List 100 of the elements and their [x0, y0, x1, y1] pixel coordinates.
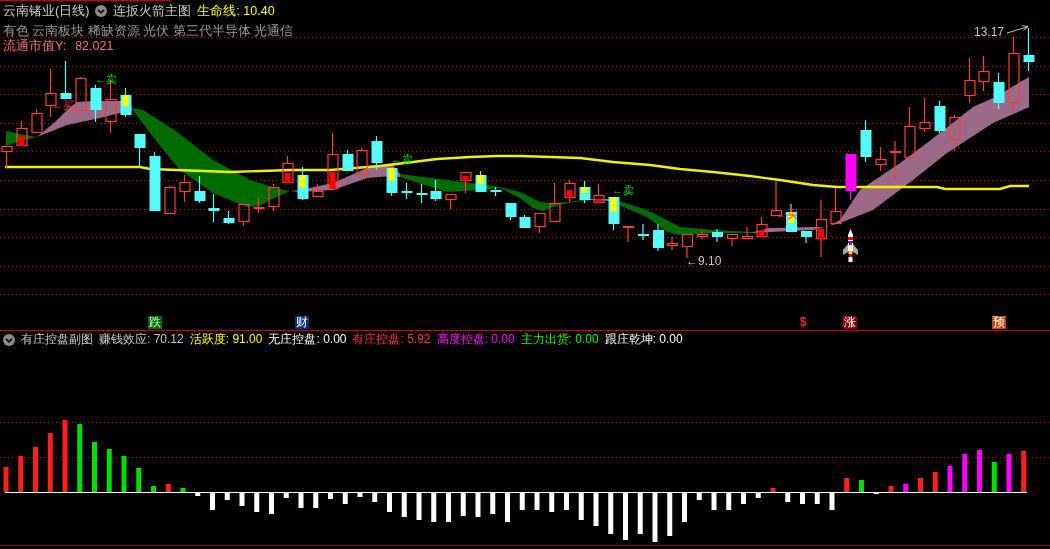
rising-candle	[978, 55, 990, 92]
falling-candle	[342, 149, 354, 172]
falling-candle	[801, 230, 812, 244]
buy-signal: ←买	[52, 99, 74, 111]
histogram-bar	[667, 492, 673, 536]
stock-title: 云南锗业(日线)	[3, 3, 90, 19]
falling-candle	[505, 202, 517, 221]
histogram-bar	[637, 492, 643, 534]
histogram-bar	[1021, 451, 1027, 492]
histogram-bar	[608, 492, 614, 534]
histogram-bar	[239, 492, 245, 506]
rising-candle	[726, 233, 739, 247]
rising-candle	[327, 132, 339, 190]
histogram-bar	[947, 466, 953, 492]
rise-tag: 涨	[843, 316, 857, 329]
histogram-bar	[210, 492, 215, 510]
indicator-name: 连扳火箭主图	[113, 3, 192, 19]
histogram-bar	[33, 447, 38, 492]
rising-candle	[31, 108, 43, 134]
falling-candle	[194, 175, 206, 204]
rising-candle	[964, 57, 976, 104]
rising-candle	[549, 182, 561, 223]
rising-candle	[268, 183, 280, 212]
sector-tags: 有色 云南板块 稀缺资源 光伏 第三代半导体 光通信	[3, 23, 294, 39]
rising-candle	[282, 155, 294, 184]
histogram-bar	[888, 486, 894, 492]
market-cap-label: 流通市值Y:	[3, 39, 67, 53]
rising-candle	[356, 147, 368, 176]
rising-candle	[815, 199, 828, 258]
falling-candle	[475, 170, 487, 193]
rising-candle	[445, 193, 457, 210]
histogram-bar	[711, 492, 717, 510]
histogram-bar	[755, 492, 761, 498]
histogram-bar	[844, 478, 850, 492]
histogram-bar	[180, 488, 186, 492]
histogram-bar	[62, 420, 68, 492]
histogram-bar	[534, 492, 540, 510]
rising-candle	[312, 183, 324, 198]
rising-candle	[770, 180, 783, 217]
falling-candle	[1023, 27, 1035, 72]
histogram-bar	[800, 492, 805, 504]
histogram-bar	[313, 492, 319, 508]
rising-candle	[919, 97, 931, 133]
rising-candle	[741, 226, 754, 240]
dollar-sign: $	[799, 316, 808, 329]
rising-candle	[830, 187, 842, 225]
histogram-bar	[269, 492, 274, 514]
falling-candle	[371, 135, 383, 171]
histogram-bar	[682, 492, 687, 522]
falling-candle	[208, 193, 220, 223]
histogram-bar	[77, 424, 83, 492]
forecast-tag: 预	[992, 316, 1006, 329]
falling-candle	[149, 151, 161, 212]
histogram-bar	[932, 472, 938, 492]
chevron-down-icon[interactable]	[95, 5, 108, 17]
rising-candle	[593, 183, 605, 204]
rising-candle	[756, 216, 768, 238]
histogram-bar	[918, 478, 923, 492]
indicator-reading: 赚钱效应: 70.12	[99, 331, 184, 348]
histogram-bar	[224, 492, 230, 500]
histogram-bar	[623, 492, 628, 540]
histogram-bar	[136, 468, 142, 492]
indicator-reading: 活跃度: 91.00	[189, 331, 263, 348]
rising-candle	[253, 197, 265, 214]
falling-candle	[223, 210, 235, 225]
rising-candle	[623, 225, 634, 243]
sell-signal: ←卖	[95, 73, 117, 85]
rising-candle	[875, 146, 887, 172]
rising-candle	[949, 114, 961, 152]
falling-candle	[120, 87, 132, 118]
histogram-bar	[549, 492, 555, 512]
histogram-bar	[785, 492, 791, 502]
histogram-bar	[165, 484, 171, 492]
histogram-bar	[446, 492, 451, 522]
rising-candle	[460, 171, 472, 194]
histogram-bar	[859, 480, 864, 492]
histogram-bar	[298, 492, 304, 508]
falling-candle	[490, 186, 502, 197]
rising-candle	[666, 236, 679, 251]
histogram-bar	[106, 449, 112, 492]
histogram-bar	[977, 450, 982, 492]
histogram-bar	[652, 492, 658, 542]
falling-candle	[386, 167, 398, 197]
rising-candle	[534, 212, 546, 234]
falling-candle	[134, 133, 146, 168]
histogram-bar	[903, 484, 909, 492]
wealth-tag: 财	[295, 316, 309, 329]
histogram-bar	[431, 492, 437, 522]
histogram-bar	[401, 492, 407, 517]
rising-candle	[564, 179, 576, 203]
sell-signal: ←卖	[391, 153, 413, 165]
histogram-bar	[357, 492, 363, 497]
histogram-bar	[741, 492, 746, 504]
rising-candle	[16, 120, 28, 147]
histogram-bar	[962, 454, 968, 492]
histogram-bar	[505, 492, 510, 522]
falling-candle	[90, 84, 102, 123]
histogram-bar	[328, 492, 333, 499]
chevron-down-icon[interactable]	[3, 333, 15, 346]
falling-candle	[653, 223, 664, 252]
